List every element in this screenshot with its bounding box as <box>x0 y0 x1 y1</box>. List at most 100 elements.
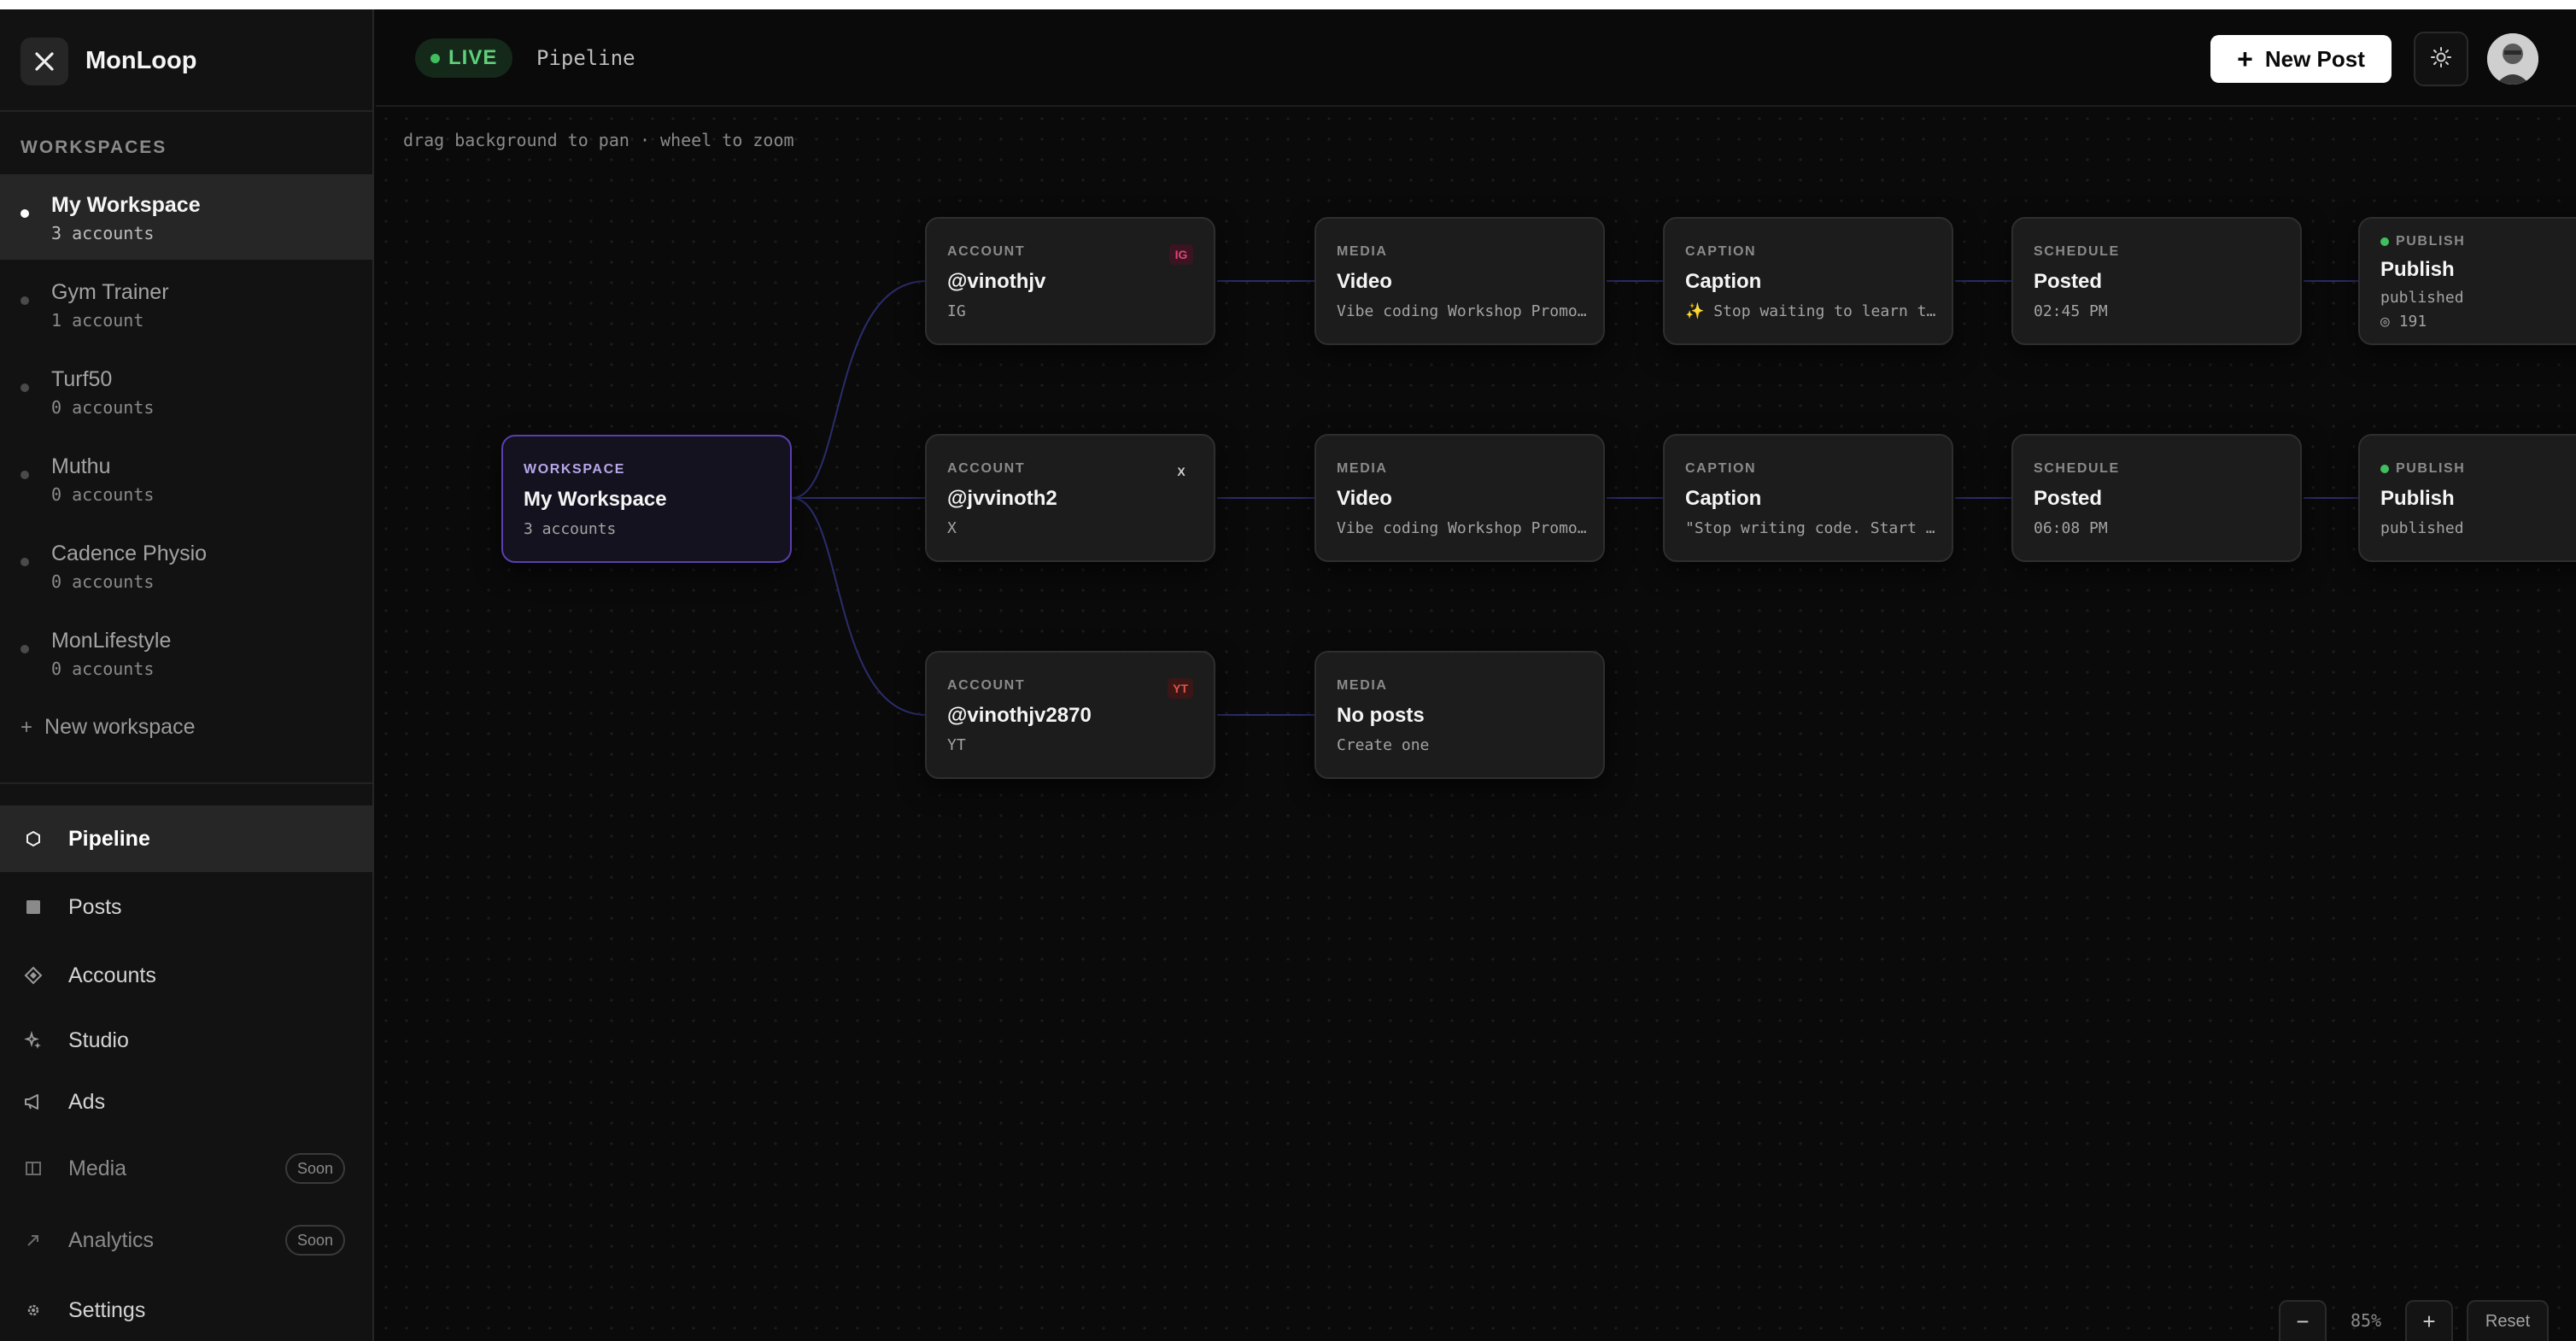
workspace-item-turf50[interactable]: Turf50 0 accounts <box>0 348 372 434</box>
workspace-item-cadence-physio[interactable]: Cadence Physio 0 accounts <box>0 523 372 608</box>
workspace-count: 0 accounts <box>51 659 155 679</box>
caption-node[interactable]: CAPTION Caption ✨ Stop waiting to learn … <box>1663 217 1953 345</box>
gear-icon <box>22 1299 44 1321</box>
node-type-label: MEDIA <box>1337 461 1388 476</box>
workspace-name: Muthu <box>51 454 111 478</box>
node-type-label: SCHEDULE <box>2034 461 2120 476</box>
status-dot-icon <box>2380 465 2389 473</box>
plus-icon: + <box>20 715 33 739</box>
publish-status: published <box>2380 289 2464 307</box>
node-title: Video <box>1337 270 1392 293</box>
nav-item-pipeline[interactable]: Pipeline <box>0 805 372 872</box>
publish-type: PUBLISH <box>2396 234 2466 249</box>
account-node[interactable]: ACCOUNT IG @vinothjv IG <box>925 217 1215 345</box>
dot-icon <box>20 645 29 653</box>
youtube-badge: YT <box>1168 678 1193 699</box>
node-subtitle: "Stop writing code. Start de <box>1685 519 1941 537</box>
schedule-node[interactable]: SCHEDULE Posted 06:08 PM <box>2011 434 2302 562</box>
nav-label: Posts <box>68 894 122 919</box>
zoom-in-button[interactable]: + <box>2405 1300 2453 1341</box>
views-value: 191 <box>2398 313 2427 331</box>
megaphone-icon <box>22 1091 44 1113</box>
node-type-label: CAPTION <box>1685 461 1757 476</box>
account-node[interactable]: ACCOUNT X @jvvinoth2 X <box>925 434 1215 562</box>
new-workspace-button[interactable]: + New workspace <box>20 715 195 740</box>
breadcrumb: Pipeline <box>536 46 635 70</box>
live-dot-icon <box>430 53 440 63</box>
node-title: No posts <box>1337 704 1425 727</box>
zoom-controls: − 85% + Reset <box>2279 1300 2549 1341</box>
brand-header: MonLoop <box>0 9 372 112</box>
workspace-count: 1 account <box>51 310 144 331</box>
app-name: MonLoop <box>85 47 197 74</box>
nav-item-settings[interactable]: Settings <box>0 1277 372 1341</box>
node-title: Posted <box>2034 487 2103 510</box>
node-subtitle: 02:45 PM <box>2034 302 2108 320</box>
nav-label: Analytics <box>68 1227 155 1252</box>
nav-item-posts[interactable]: Posts <box>0 874 372 940</box>
live-status-badge: LIVE <box>415 38 513 78</box>
nav-item-accounts[interactable]: Accounts <box>0 942 372 1009</box>
nav-item-media[interactable]: Media Soon <box>0 1135 372 1202</box>
dot-icon <box>20 558 29 566</box>
nav-label: Accounts <box>68 963 156 987</box>
node-type-label: CAPTION <box>1685 244 1757 259</box>
nav-label: Settings <box>68 1297 146 1322</box>
view-count: ◎ 191 <box>2380 313 2427 331</box>
node-subtitle: 3 accounts <box>524 520 617 538</box>
sidebar-divider <box>0 782 372 784</box>
workspace-item-gym-trainer[interactable]: Gym Trainer 1 account <box>0 261 372 347</box>
nav-item-studio[interactable]: Studio <box>0 1007 372 1074</box>
publish-node[interactable]: PUBLISH Publish published <box>2358 434 2576 562</box>
media-node[interactable]: MEDIA Video Vibe coding Workshop Promo … <box>1314 217 1605 345</box>
node-type-label: ACCOUNT <box>947 461 1026 476</box>
account-handle: @vinothjv <box>947 270 1046 293</box>
schedule-node[interactable]: SCHEDULE Posted 02:45 PM <box>2011 217 2302 345</box>
nav-label: Studio <box>68 1028 129 1052</box>
new-post-label: New Post <box>2264 45 2365 72</box>
node-type-label: ACCOUNT <box>947 678 1026 693</box>
node-title: Publish <box>2380 258 2455 281</box>
sun-icon <box>2430 46 2452 73</box>
workspace-count: 3 accounts <box>51 223 155 243</box>
node-subtitle: Vibe coding Workshop Promo … <box>1337 519 1593 537</box>
workspace-item-muthu[interactable]: Muthu 0 accounts <box>0 436 372 521</box>
workspace-item-my-workspace[interactable]: My Workspace 3 accounts <box>0 174 372 260</box>
account-node[interactable]: ACCOUNT YT @vinothjv2870 YT <box>925 651 1215 779</box>
loop-x-icon[interactable] <box>20 38 68 85</box>
workspace-name: Gym Trainer <box>51 280 169 304</box>
new-post-button[interactable]: + New Post <box>2210 35 2392 83</box>
workspace-name: Turf50 <box>51 367 113 391</box>
avatar[interactable] <box>2487 33 2538 85</box>
media-node[interactable]: MEDIA Video Vibe coding Workshop Promo … <box>1314 434 1605 562</box>
publish-status: published <box>2380 519 2464 537</box>
pipeline-canvas[interactable]: drag background to pan · wheel to zoom W… <box>376 108 2576 1341</box>
live-label: LIVE <box>448 46 498 69</box>
media-node-empty[interactable]: MEDIA No posts Create one <box>1314 651 1605 779</box>
diamond-icon <box>22 964 44 987</box>
node-title: Caption <box>1685 270 1762 293</box>
workspace-node[interactable]: WORKSPACE My Workspace 3 accounts <box>501 435 792 563</box>
new-workspace-label: New workspace <box>44 715 196 739</box>
create-one-link[interactable]: Create one <box>1337 736 1593 754</box>
node-type-label: PUBLISH <box>2380 461 2465 477</box>
node-title: Publish <box>2380 487 2455 510</box>
account-handle: @jvvinoth2 <box>947 487 1057 510</box>
workspace-count: 0 accounts <box>51 571 155 592</box>
node-subtitle: 06:08 PM <box>2034 519 2108 537</box>
soon-badge: Soon <box>284 1225 345 1256</box>
node-title: My Workspace <box>524 488 667 511</box>
soon-badge: Soon <box>284 1153 345 1184</box>
theme-toggle-button[interactable] <box>2414 32 2468 86</box>
publish-node[interactable]: PUBLISH Publish published ◎ 191 <box>2358 217 2576 345</box>
nav-item-analytics[interactable]: Analytics Soon <box>0 1207 372 1274</box>
zoom-out-button[interactable]: − <box>2279 1300 2327 1341</box>
node-type-label: ACCOUNT <box>947 244 1026 259</box>
node-subtitle: Vibe coding Workshop Promo … <box>1337 302 1593 320</box>
nav-item-ads[interactable]: Ads <box>0 1069 372 1135</box>
workspace-item-monlifestyle[interactable]: MonLifestyle 0 accounts <box>0 610 372 695</box>
caption-node[interactable]: CAPTION Caption "Stop writing code. Star… <box>1663 434 1953 562</box>
status-dot-icon <box>2380 237 2389 246</box>
reset-zoom-button[interactable]: Reset <box>2467 1300 2549 1341</box>
sparkle-icon <box>22 1029 44 1051</box>
